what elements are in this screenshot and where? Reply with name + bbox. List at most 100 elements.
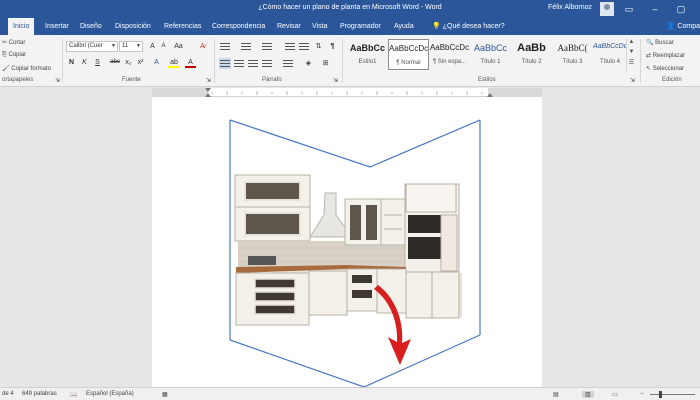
- indent-marker-icon: [205, 88, 211, 92]
- macro-record-icon[interactable]: ▦: [162, 391, 168, 398]
- text-effects-button[interactable]: A: [151, 57, 162, 68]
- shrink-font-button[interactable]: A: [158, 41, 169, 52]
- chevron-up-icon[interactable]: ▲: [627, 39, 636, 49]
- align-left-icon[interactable]: [219, 58, 231, 69]
- replace-icon: ⇄: [646, 53, 652, 59]
- font-size-select[interactable]: 11 ▼: [119, 41, 143, 52]
- tab-correspondencia[interactable]: Correspondencia: [212, 18, 265, 35]
- chevron-down-icon[interactable]: ▼: [627, 49, 636, 59]
- tab-diseno[interactable]: Diseño: [80, 18, 102, 35]
- read-mode-icon[interactable]: ▤: [553, 391, 559, 398]
- cursor-icon: ↖: [646, 66, 652, 72]
- chevron-down-icon: ▼: [111, 43, 116, 49]
- status-bar: de 4 649 palabras 📖 Español (España) ▦ ▤…: [0, 387, 700, 400]
- user-name[interactable]: Félix Albornoz: [548, 4, 592, 11]
- window-title: ¿Cómo hacer un plano de planta en Micros…: [258, 4, 442, 11]
- clear-format-icon[interactable]: A̷: [197, 41, 208, 52]
- justify-icon[interactable]: [261, 58, 273, 69]
- scissors-icon: ✂: [2, 40, 8, 46]
- numbering-icon[interactable]: [240, 41, 252, 52]
- change-case-button[interactable]: Aa: [173, 41, 184, 52]
- styles-launcher-icon[interactable]: ⇲: [630, 77, 635, 84]
- shading-icon[interactable]: ◈: [303, 58, 314, 69]
- page-count[interactable]: de 4: [2, 391, 14, 397]
- strikethrough-button[interactable]: abc: [108, 57, 122, 68]
- avatar[interactable]: [600, 2, 614, 16]
- paragraph-group-label: Párrafo: [262, 77, 282, 83]
- zoom-out-icon[interactable]: −: [640, 391, 644, 397]
- subscript-button[interactable]: x₂: [123, 57, 134, 68]
- tab-disposicion[interactable]: Disposición: [115, 18, 151, 35]
- italic-button[interactable]: K: [79, 57, 90, 68]
- maximize-icon[interactable]: ▢: [674, 2, 688, 16]
- find-button[interactable]: 🔍 Buscar: [646, 39, 674, 46]
- title-bar: ¿Cómo hacer un plano de planta en Micros…: [0, 0, 700, 18]
- decrease-indent-icon[interactable]: [284, 41, 296, 52]
- divider: [214, 39, 215, 83]
- tab-insertar[interactable]: Insertar: [45, 18, 69, 35]
- cut-button[interactable]: ✂ Cortar: [2, 39, 25, 46]
- align-right-icon[interactable]: [247, 58, 259, 69]
- replace-button[interactable]: ⇄ Reemplazar: [646, 52, 685, 59]
- select-button[interactable]: ↖ Seleccionar: [646, 65, 684, 72]
- line-spacing-icon[interactable]: [282, 58, 294, 69]
- ribbon-display-icon[interactable]: ▭: [622, 2, 636, 16]
- font-family-select[interactable]: Calibri (Cuer ▼: [66, 41, 118, 52]
- borders-icon[interactable]: ⊞: [320, 58, 331, 69]
- tab-inicio[interactable]: Inicio: [8, 18, 35, 35]
- copy-button[interactable]: ⎘ Copiar: [2, 52, 26, 59]
- proofing-icon[interactable]: 📖: [70, 391, 77, 398]
- font-group-label: Fuente: [122, 77, 141, 83]
- styles-gallery: AaBbCc Estilo1 AaBbCcDc ¶ Normal AaBbCcD…: [347, 39, 627, 71]
- tab-referencias[interactable]: Referencias: [164, 18, 201, 35]
- paragraph-launcher-icon[interactable]: ⇲: [333, 77, 338, 84]
- highlight-button[interactable]: ab: [168, 57, 180, 68]
- style-estilo1[interactable]: AaBbCc Estilo1: [347, 39, 388, 70]
- style-normal[interactable]: AaBbCcDc ¶ Normal: [388, 39, 429, 70]
- divider: [342, 39, 343, 83]
- document-page[interactable]: [152, 97, 542, 388]
- align-center-icon[interactable]: [233, 58, 245, 69]
- format-painter-button[interactable]: 🖌 Copiar formato: [2, 65, 51, 72]
- increase-indent-icon[interactable]: [298, 41, 310, 52]
- zoom-slider[interactable]: [650, 394, 695, 395]
- ribbon-tabs: Inicio Insertar Diseño Disposición Refer…: [0, 18, 700, 35]
- share-icon: 👤: [666, 23, 676, 30]
- sort-icon[interactable]: ⇅: [313, 41, 324, 52]
- style-titulo-4[interactable]: AaBbCcDc Título 4: [593, 39, 627, 70]
- font-launcher-icon[interactable]: ⇲: [206, 77, 211, 84]
- tab-ayuda[interactable]: Ayuda: [394, 18, 414, 35]
- web-layout-icon[interactable]: ▭: [612, 391, 618, 398]
- tab-programador[interactable]: Programador: [340, 18, 381, 35]
- bold-button[interactable]: N: [66, 57, 77, 68]
- underline-button[interactable]: S: [92, 57, 103, 68]
- superscript-button[interactable]: x²: [135, 57, 146, 68]
- language-status[interactable]: Español (España): [86, 391, 134, 397]
- editing-group-label: Edición: [662, 77, 682, 83]
- styles-gallery-scroll[interactable]: ▲ ▼ ☰: [626, 39, 636, 71]
- print-layout-icon[interactable]: ▥: [582, 391, 594, 398]
- style-titulo-3[interactable]: AaBbC( Título 3: [552, 39, 593, 70]
- ruler-ticks: [205, 88, 493, 97]
- brush-icon: 🖌: [2, 66, 10, 72]
- word-count[interactable]: 649 palabras: [22, 391, 57, 397]
- kitchen-floor-plan-image[interactable]: [152, 97, 542, 388]
- clipboard-launcher-icon[interactable]: ⇲: [55, 77, 60, 84]
- font-color-button[interactable]: A: [185, 57, 196, 68]
- minimize-icon[interactable]: –: [648, 2, 662, 16]
- zoom-slider-thumb[interactable]: [659, 391, 662, 398]
- style-titulo-1[interactable]: AaBbCc Título 1: [470, 39, 511, 70]
- share-button[interactable]: 👤 Compa: [667, 18, 700, 35]
- tab-revisar[interactable]: Revisar: [277, 18, 301, 35]
- bullets-icon[interactable]: [219, 41, 231, 52]
- show-formatting-button[interactable]: ¶: [327, 41, 338, 52]
- grow-font-button[interactable]: A: [147, 41, 158, 52]
- tab-vista[interactable]: Vista: [312, 18, 327, 35]
- styles-group-label: Estilos: [478, 77, 496, 83]
- style-titulo-2[interactable]: AaBb Título 2: [511, 39, 552, 70]
- tell-me-search[interactable]: 💡 ¿Qué desea hacer?: [432, 18, 505, 35]
- horizontal-ruler[interactable]: [152, 88, 542, 97]
- more-styles-icon[interactable]: ☰: [627, 59, 636, 69]
- style-sin-espaciado[interactable]: AaBbCcDc ¶ Sin espa...: [429, 39, 470, 70]
- multilevel-list-icon[interactable]: [261, 41, 273, 52]
